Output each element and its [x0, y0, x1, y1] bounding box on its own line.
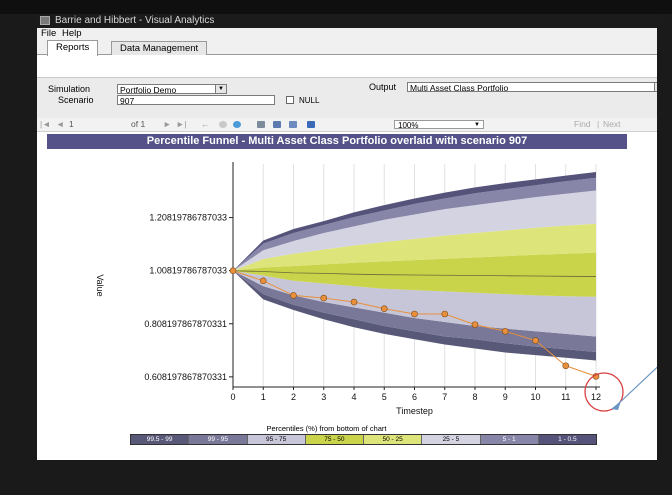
dropdown-arrow-icon: ▼ — [474, 122, 480, 128]
scenario-value: 907 — [120, 96, 135, 105]
window-title: Barrie and Hibbert - Visual Analytics — [55, 15, 215, 26]
next-page-icon[interactable]: ► — [163, 118, 171, 131]
tab-bar: Reports Data Management — [37, 40, 666, 56]
legend-entry: 1 - 0.5 — [538, 435, 596, 444]
menu-bar: File Help — [37, 28, 666, 40]
tab-data-management[interactable]: Data Management — [111, 41, 208, 55]
scenario-input[interactable]: 907 — [117, 95, 275, 105]
null-checkbox[interactable] — [286, 96, 294, 104]
chart-legend: 99.5 - 99 99 - 95 95 - 75 75 - 50 50 - 25 25 … — [130, 434, 597, 445]
legend-entry: 5 - 1 — [480, 435, 539, 444]
app-icon — [40, 16, 50, 25]
null-label: NULL — [299, 96, 320, 105]
report-title: Percentile Funnel - Multi Asset Class Po… — [47, 134, 627, 149]
page-setup-icon[interactable] — [289, 121, 297, 128]
tab-reports[interactable]: Reports — [47, 40, 99, 56]
first-page-icon[interactable]: |◄ — [40, 118, 51, 131]
print-layout-icon[interactable] — [273, 121, 281, 128]
legend-entry: 25 - 5 — [422, 435, 481, 444]
print-icon[interactable] — [257, 121, 265, 128]
report-parameters: Simulation Portfolio Demo ▼ Scenario 907… — [37, 77, 666, 119]
refresh-icon[interactable] — [233, 121, 241, 128]
dropdown-arrow-icon: ▼ — [215, 85, 226, 93]
scenario-label: Scenario — [58, 95, 94, 105]
legend-entry: 95 - 75 — [247, 435, 306, 444]
export-icon[interactable] — [307, 121, 315, 128]
right-edge — [657, 14, 672, 495]
output-value: Multi Asset Class Portfolio — [410, 83, 509, 92]
find-link[interactable]: Find — [574, 118, 591, 131]
title-bar: Barrie and Hibbert - Visual Analytics — [37, 14, 666, 28]
menu-help[interactable]: Help — [62, 28, 82, 40]
page-count: of 1 — [131, 119, 146, 129]
menu-file[interactable]: File — [41, 28, 56, 40]
legend-entry: 99.5 - 99 — [131, 435, 190, 444]
stop-icon[interactable] — [219, 121, 227, 128]
next-link[interactable]: Next — [603, 118, 620, 131]
output-dropdown[interactable]: Multi Asset Class Portfolio ▼ — [407, 82, 666, 92]
zoom-dropdown[interactable]: 100% ▼ — [394, 120, 484, 130]
back-icon[interactable]: ← — [201, 118, 210, 131]
prev-page-icon[interactable]: ◄ — [56, 118, 64, 131]
bottom-edge — [0, 460, 672, 495]
simulation-dropdown[interactable]: Portfolio Demo ▼ — [117, 84, 227, 94]
legend-entry: 50 - 25 — [364, 435, 423, 444]
legend-entry: 75 - 50 — [305, 435, 364, 444]
last-page-icon[interactable]: ►| — [176, 118, 187, 131]
legend-title: Percentiles (%) from bottom of chart — [266, 424, 387, 433]
report-toolbar: |◄ ◄ 1 of 1 ► ►| ← 100% ▼ Find | Next — [37, 118, 666, 132]
simulation-value: Portfolio Demo — [120, 85, 177, 94]
zoom-value: 100% — [398, 121, 419, 130]
page-number[interactable]: 1 — [69, 118, 74, 131]
output-label: Output — [369, 82, 397, 92]
app-window: Barrie and Hibbert - Visual Analytics Fi… — [37, 14, 666, 460]
simulation-label: Simulation — [48, 84, 91, 94]
top-bar — [0, 0, 672, 14]
legend-entry: 99 - 95 — [189, 435, 248, 444]
separator: | — [597, 119, 600, 129]
